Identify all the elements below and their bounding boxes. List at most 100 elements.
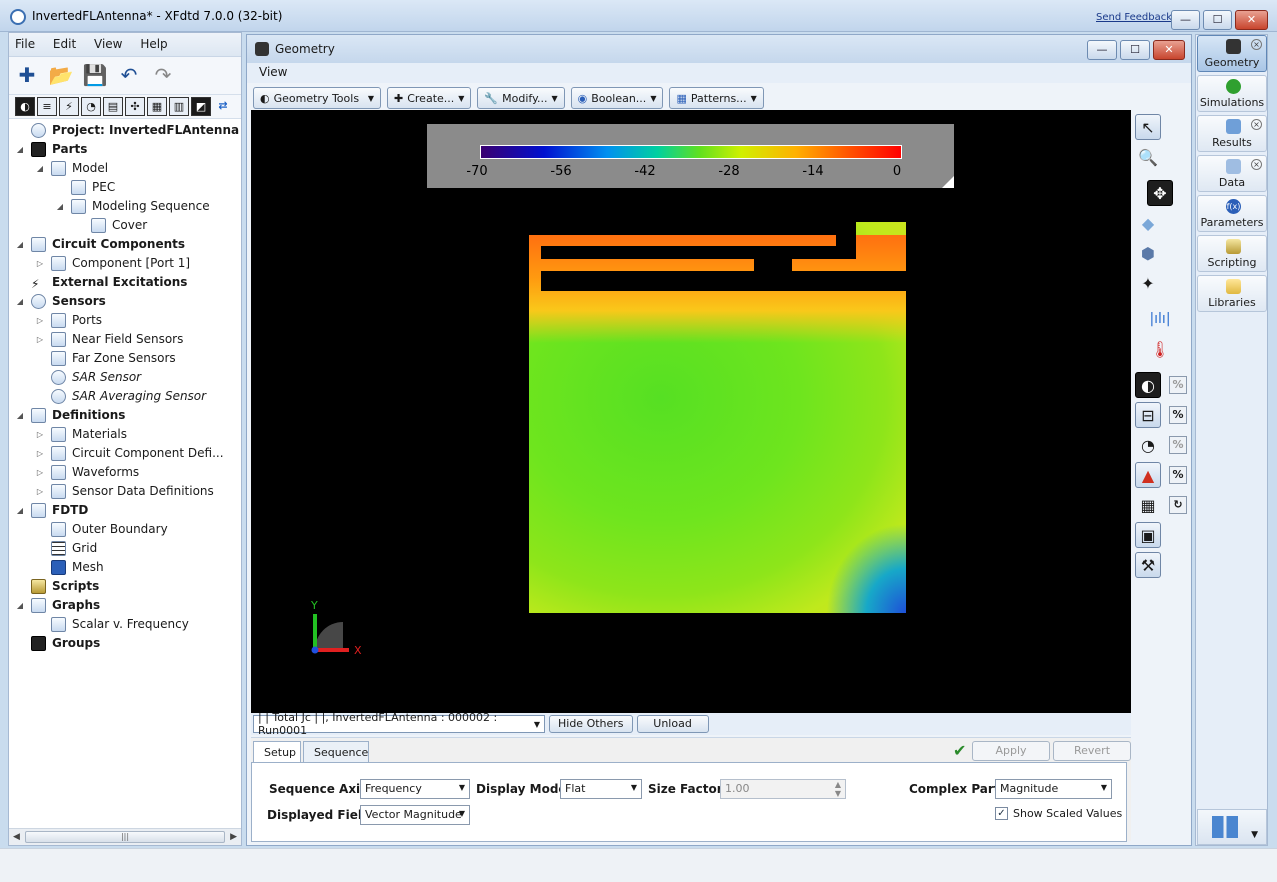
- expand-icon[interactable]: ▷: [35, 254, 45, 273]
- tree-item-model[interactable]: ◢ Model: [35, 159, 108, 178]
- open-project-icon[interactable]: 📂: [47, 61, 75, 89]
- expand-icon[interactable]: ▷: [35, 330, 45, 349]
- expand-icon[interactable]: ▷: [35, 482, 45, 501]
- tree-item-parts[interactable]: ◢ Parts: [15, 140, 87, 159]
- mesh-visibility-icon[interactable]: ▦: [1135, 492, 1161, 518]
- sensor-view-icon[interactable]: ◔: [81, 97, 101, 116]
- field-tools-icon[interactable]: ⚒: [1135, 552, 1161, 578]
- new-project-icon[interactable]: ✚: [13, 61, 41, 89]
- sensor-visibility-icon[interactable]: ◔: [1135, 432, 1161, 458]
- tree-item-sensors[interactable]: ◢ Sensors: [15, 292, 106, 311]
- tree-item-graphs[interactable]: ◢ Graphs: [15, 596, 100, 615]
- dock-simulations-button[interactable]: Simulations: [1197, 75, 1267, 112]
- geometry-minimize-button[interactable]: —: [1087, 40, 1117, 60]
- tree-item-scripts[interactable]: Scripts: [15, 577, 99, 596]
- tree-item-modeling-sequence[interactable]: ◢ Modeling Sequence: [55, 197, 210, 216]
- spinner-arrows-icon[interactable]: ▲ ▼: [835, 780, 841, 798]
- dock-libraries-button[interactable]: Libraries: [1197, 275, 1267, 312]
- field-visibility-icon[interactable]: ▲: [1135, 462, 1161, 488]
- collapse-icon[interactable]: ◢: [55, 197, 65, 216]
- sensor-percent-toggle[interactable]: %: [1169, 436, 1187, 454]
- view-orient-icon[interactable]: ⬢: [1135, 240, 1161, 266]
- geometry-tools-dropdown[interactable]: ◐ Geometry Tools ▼: [253, 87, 381, 109]
- collapse-icon[interactable]: ◢: [15, 140, 25, 159]
- tab-sequence[interactable]: Sequence: [303, 741, 369, 763]
- geometry-viewport[interactable]: -70 -56 -42 -28 -14 0 Y X: [251, 110, 1131, 713]
- collapse-icon[interactable]: ◢: [15, 406, 25, 425]
- modify-button[interactable]: 🔧 Modify... ▼: [477, 87, 565, 109]
- dock-scripting-button[interactable]: Scripting: [1197, 235, 1267, 272]
- scroll-right-icon[interactable]: ▶: [230, 832, 237, 842]
- tree-item-sar-sensor[interactable]: SAR Sensor: [35, 368, 141, 387]
- definitions-view-icon[interactable]: ▤: [103, 97, 123, 116]
- menu-view[interactable]: View: [94, 37, 122, 51]
- tree-item-near-field-sensors[interactable]: ▷ Near Field Sensors: [35, 330, 183, 349]
- dock-geometry-button[interactable]: × Geometry: [1197, 35, 1267, 72]
- tree-item-mesh[interactable]: Mesh: [35, 558, 104, 577]
- tree-item-external-excitations[interactable]: ⚡ External Excitations: [15, 273, 187, 292]
- display-mode-select[interactable]: Flat ▼: [560, 779, 642, 799]
- field-percent-toggle[interactable]: %: [1169, 466, 1187, 484]
- close-icon[interactable]: ×: [1251, 39, 1262, 50]
- tree-item-sar-averaging-sensor[interactable]: SAR Averaging Sensor: [35, 387, 206, 406]
- dock-parameters-button[interactable]: f(x) Parameters: [1197, 195, 1267, 232]
- tree-item-outer-boundary[interactable]: Outer Boundary: [35, 520, 168, 539]
- expand-icon[interactable]: ▷: [35, 463, 45, 482]
- unload-button[interactable]: Unload: [636, 715, 709, 733]
- tree-item-definitions[interactable]: ◢ Definitions: [15, 406, 125, 425]
- size-factor-input[interactable]: 1.00 ▲ ▼: [720, 779, 846, 799]
- tree-item-circuit-components[interactable]: ◢ Circuit Components: [15, 235, 185, 254]
- graphs-view-icon[interactable]: ▥: [169, 97, 189, 116]
- geometry-view-menu[interactable]: View: [247, 63, 1191, 83]
- parts-percent-toggle[interactable]: %: [1169, 376, 1187, 394]
- scroll-left-icon[interactable]: ◀: [13, 832, 20, 842]
- menu-file[interactable]: File: [15, 37, 35, 51]
- mesh-refresh-icon[interactable]: ↻: [1169, 496, 1187, 514]
- select-arrow-icon[interactable]: ↖: [1135, 114, 1161, 140]
- tree-item-pec[interactable]: PEC: [55, 178, 115, 197]
- zoom-icon[interactable]: 🔍: [1135, 144, 1161, 170]
- undo-icon[interactable]: ↶: [115, 61, 143, 89]
- expand-icon[interactable]: ▷: [35, 444, 45, 463]
- circuit-view-icon[interactable]: ≡: [37, 97, 57, 116]
- sequence-axis-select[interactable]: Frequency ▼: [360, 779, 470, 799]
- circuit-visibility-icon[interactable]: ⊟: [1135, 402, 1161, 428]
- pan-icon[interactable]: ✥: [1147, 180, 1173, 206]
- menu-edit[interactable]: Edit: [53, 37, 76, 51]
- tree-item-far-zone-sensors[interactable]: Far Zone Sensors: [35, 349, 176, 368]
- hide-others-button[interactable]: Hide Others: [549, 715, 633, 733]
- validate-check-icon[interactable]: ✔: [953, 741, 966, 760]
- close-button[interactable]: ✕: [1235, 10, 1268, 30]
- dock-data-button[interactable]: × Data: [1197, 155, 1267, 192]
- camera-icon[interactable]: ▣: [1135, 522, 1161, 548]
- apply-button[interactable]: Apply: [972, 741, 1050, 761]
- collapse-icon[interactable]: ◢: [15, 292, 25, 311]
- collapse-icon[interactable]: ◢: [15, 501, 25, 520]
- save-project-icon[interactable]: 💾: [81, 61, 109, 89]
- tree-item-fdtd[interactable]: ◢ FDTD: [15, 501, 88, 520]
- tree-item-circuit-component-definitions[interactable]: ▷ Circuit Component Defi...: [35, 444, 224, 463]
- circuit-percent-toggle[interactable]: %: [1169, 406, 1187, 424]
- groups-view-icon[interactable]: ◩: [191, 97, 211, 116]
- close-icon[interactable]: ×: [1251, 119, 1262, 130]
- tab-setup[interactable]: Setup: [253, 741, 301, 763]
- patterns-button[interactable]: ▦ Patterns... ▼: [669, 87, 764, 109]
- parts-visibility-icon[interactable]: ◐: [1135, 372, 1161, 398]
- dock-layout-menu[interactable]: ▼: [1197, 809, 1267, 845]
- maximize-button[interactable]: ☐: [1203, 10, 1232, 30]
- redo-icon[interactable]: ↷: [149, 61, 177, 89]
- tree-item-waveforms[interactable]: ▷ Waveforms: [35, 463, 139, 482]
- tree-item-sensor-data-definitions[interactable]: ▷ Sensor Data Definitions: [35, 482, 214, 501]
- close-icon[interactable]: ×: [1251, 159, 1262, 170]
- mesh-view-icon[interactable]: ▦: [147, 97, 167, 116]
- excitation-view-icon[interactable]: ⚡: [59, 97, 79, 116]
- tree-item-project[interactable]: Project: InvertedFLAntenna: [15, 121, 239, 140]
- tree-item-materials[interactable]: ▷ Materials: [35, 425, 127, 444]
- bar-ruler-icon[interactable]: |ılı|: [1147, 306, 1173, 332]
- result-selector[interactable]: | | Total Jc | |, InvertedFLAntenna : 00…: [253, 711, 545, 737]
- complex-part-select[interactable]: Magnitude ▼: [995, 779, 1112, 799]
- fdtd-view-icon[interactable]: ✣: [125, 97, 145, 116]
- scrollbar-thumb[interactable]: |||: [25, 831, 225, 843]
- tree-item-scalar-v-frequency[interactable]: Scalar v. Frequency: [35, 615, 189, 634]
- show-scaled-values-checkbox[interactable]: ✓: [995, 807, 1008, 820]
